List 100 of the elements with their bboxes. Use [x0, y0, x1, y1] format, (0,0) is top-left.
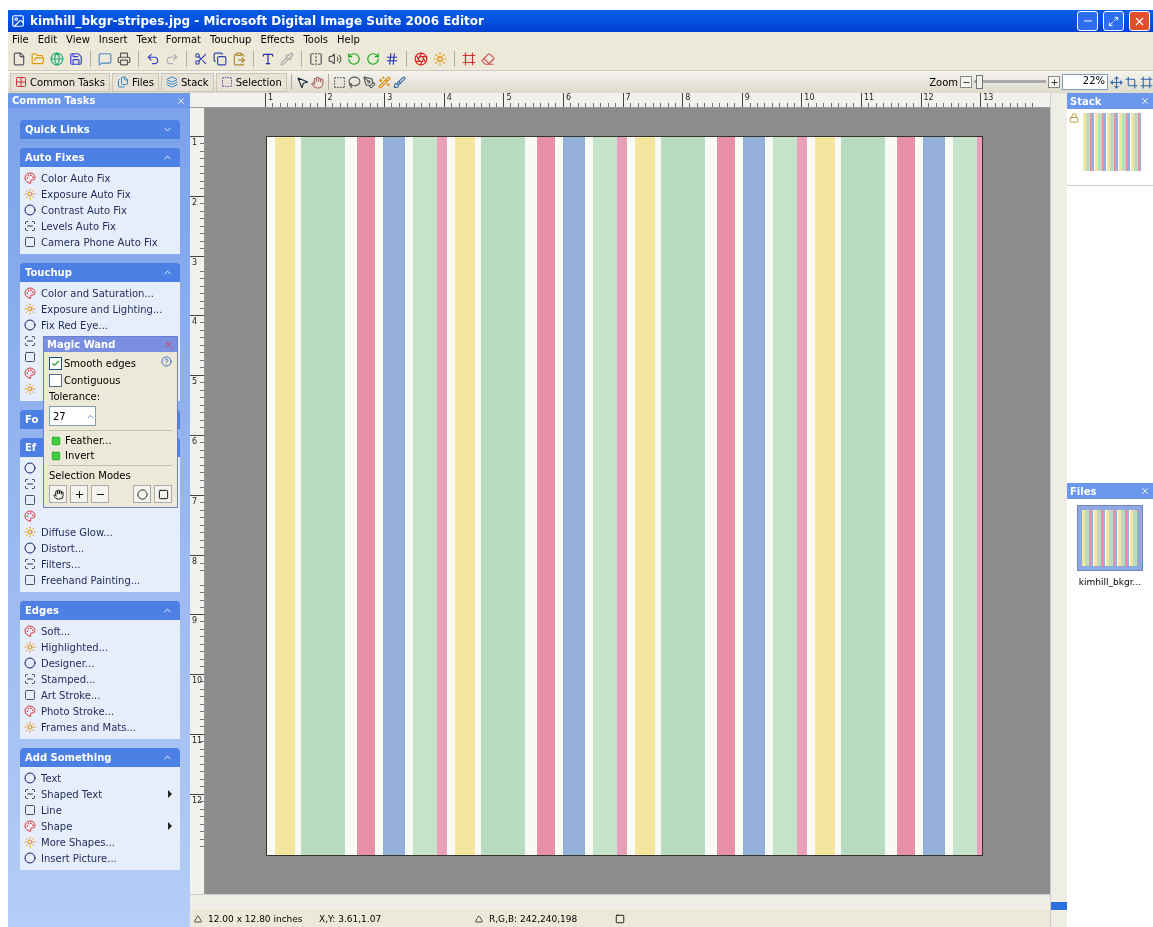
slider-thumb[interactable]: [976, 75, 984, 89]
text-tool-icon[interactable]: [261, 51, 275, 66]
menu-item[interactable]: Format: [165, 34, 201, 45]
section-header[interactable]: Add Something: [20, 748, 180, 767]
new-file-icon[interactable]: [12, 51, 26, 66]
task-link[interactable]: Color and Saturation...: [41, 287, 154, 299]
task-link[interactable]: Shape: [41, 820, 73, 832]
task-link[interactable]: Designer...: [41, 657, 95, 669]
task-link[interactable]: Frames and Mats...: [41, 721, 136, 733]
menu-item[interactable]: Touchup: [210, 34, 252, 45]
undo-icon[interactable]: [146, 51, 160, 66]
action-button[interactable]: Feather...: [49, 435, 172, 446]
hand-icon[interactable]: [310, 75, 324, 89]
task-link[interactable]: Diffuse Glow...: [41, 526, 113, 538]
close-button[interactable]: [1129, 11, 1150, 31]
add-selection-button[interactable]: [70, 485, 88, 503]
zoom-slider[interactable]: [974, 75, 1046, 89]
task-link[interactable]: Insert Picture...: [41, 852, 117, 864]
close-icon[interactable]: [1140, 486, 1150, 496]
panel-toggle-button[interactable]: Common Tasks: [10, 72, 110, 92]
menu-item[interactable]: Tools: [303, 34, 329, 45]
task-link[interactable]: Exposure and Lighting...: [41, 303, 163, 315]
checkbox[interactable]: [49, 356, 62, 370]
task-link[interactable]: Stamped...: [41, 673, 96, 685]
lock-icon: [1069, 113, 1079, 123]
zoom-out-button[interactable]: [960, 76, 972, 88]
copy-icon[interactable]: [213, 51, 227, 66]
section-header[interactable]: Quick Links: [20, 120, 180, 139]
menu-item[interactable]: File: [12, 34, 29, 45]
brush-icon[interactable]: [392, 75, 406, 89]
square-icon: [51, 450, 61, 461]
cut-icon[interactable]: [194, 51, 208, 66]
speech-bubble-icon[interactable]: [98, 51, 112, 66]
move-icon[interactable]: [1110, 75, 1123, 89]
task-link[interactable]: Fix Red Eye...: [41, 319, 108, 331]
minimize-button[interactable]: [1077, 11, 1098, 31]
lasso-mode-button[interactable]: [133, 485, 151, 503]
menu-item[interactable]: Edit: [37, 34, 58, 45]
sun-icon: [24, 836, 36, 848]
zoom-label: Zoom: [929, 76, 958, 88]
task-link[interactable]: Distort...: [41, 542, 85, 554]
pen-icon[interactable]: [362, 75, 376, 89]
menu-item[interactable]: Help: [337, 34, 360, 45]
task-link[interactable]: Line: [41, 804, 62, 816]
speaker-icon[interactable]: [328, 51, 342, 66]
task-link[interactable]: More Shapes...: [41, 836, 116, 848]
panel-toggle-button[interactable]: Files: [112, 72, 159, 92]
menu-item[interactable]: Effects: [260, 34, 295, 45]
task-link[interactable]: Soft...: [41, 625, 71, 637]
new-selection-button[interactable]: [49, 485, 67, 503]
checkbox[interactable]: [49, 374, 62, 387]
zoom-in-button[interactable]: [1048, 76, 1060, 88]
save-icon[interactable]: [69, 51, 83, 66]
help-icon[interactable]: [161, 356, 172, 367]
submenu-arrow-icon: [168, 822, 172, 830]
task-link[interactable]: Color Auto Fix: [41, 172, 111, 184]
task-link[interactable]: Photo Stroke...: [41, 705, 115, 717]
task-link[interactable]: Highlighted...: [41, 641, 109, 653]
files-icon: [117, 76, 129, 88]
close-icon[interactable]: [1140, 96, 1150, 106]
task-link[interactable]: Shaped Text: [41, 788, 103, 800]
rectangle-mode-button[interactable]: [154, 485, 172, 503]
task-link[interactable]: Text: [41, 772, 62, 784]
task-link[interactable]: Levels Auto Fix: [41, 220, 116, 232]
selection-icon: [220, 76, 233, 88]
stack-thumbnail[interactable]: [1083, 113, 1141, 171]
task-link[interactable]: Exposure Auto Fix: [41, 188, 131, 200]
restore-button[interactable]: [1103, 11, 1124, 31]
menu-item[interactable]: Insert: [98, 34, 128, 45]
paste-icon[interactable]: [232, 51, 246, 66]
tolerance-spinner[interactable]: 27: [49, 406, 96, 426]
subtract-selection-button[interactable]: [91, 485, 109, 503]
task-link[interactable]: Filters...: [41, 558, 81, 570]
task-link[interactable]: Freehand Painting...: [41, 574, 141, 586]
modes-label: Selection Modes: [49, 470, 132, 481]
task-link[interactable]: Art Stroke...: [41, 689, 101, 701]
section-header[interactable]: Auto Fixes: [20, 148, 180, 167]
section-header[interactable]: Touchup: [20, 263, 180, 282]
printer-icon[interactable]: [117, 51, 131, 66]
pointer-icon[interactable]: [295, 75, 309, 89]
action-button[interactable]: Invert: [49, 450, 172, 461]
panel-toggle-button[interactable]: Selection: [215, 72, 287, 92]
frame-icon[interactable]: [462, 51, 476, 66]
menu-item[interactable]: View: [66, 34, 90, 45]
rotate-right-icon[interactable]: [366, 51, 380, 66]
eraser-icon[interactable]: [481, 51, 495, 66]
file-thumbnail[interactable]: [1077, 505, 1143, 571]
menu-item[interactable]: Text: [136, 34, 157, 45]
vertical-scrollbar[interactable]: [1050, 93, 1067, 927]
close-icon[interactable]: [176, 95, 186, 106]
section-header[interactable]: Edges: [20, 601, 180, 620]
lasso-icon[interactable]: [347, 75, 361, 89]
globe-icon[interactable]: [50, 51, 64, 66]
task-link[interactable]: Camera Phone Auto Fix: [41, 236, 158, 248]
panel-toggle-button[interactable]: Stack: [160, 72, 214, 92]
horizontal-scrollbar[interactable]: [190, 894, 1050, 910]
rectangle-select-icon[interactable]: [332, 75, 346, 89]
zoom-field[interactable]: 22%: [1062, 74, 1108, 90]
rotate-left-icon[interactable]: [347, 51, 361, 66]
task-link[interactable]: Contrast Auto Fix: [41, 204, 128, 216]
